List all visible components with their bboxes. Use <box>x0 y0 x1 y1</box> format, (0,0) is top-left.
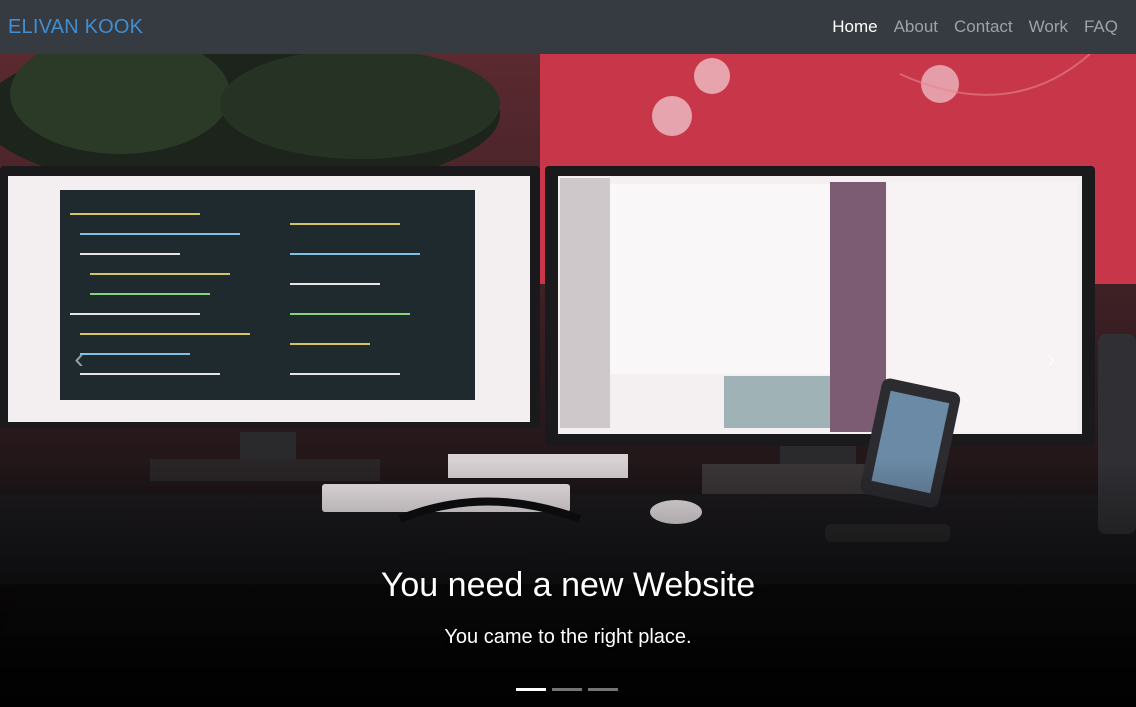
hero-heading: You need a new Website <box>380 566 756 604</box>
nav-item-contact: Contact <box>954 17 1013 37</box>
nav-item-work: Work <box>1029 17 1068 37</box>
chevron-left-icon: ‹ <box>74 343 84 374</box>
nav-link-work[interactable]: Work <box>1029 17 1068 36</box>
carousel-indicators <box>516 688 618 691</box>
carousel-indicator-3[interactable] <box>588 688 618 691</box>
carousel-prev-button[interactable]: ‹ <box>64 344 94 374</box>
carousel-indicator-2[interactable] <box>552 688 582 691</box>
nav-item-home: Home <box>832 17 877 37</box>
nav-item-faq: FAQ <box>1084 17 1118 37</box>
hero-subheading: You came to the right place. <box>444 626 692 648</box>
nav-link-about[interactable]: About <box>894 17 938 36</box>
brand-logo[interactable]: ELIVAN KOOK <box>8 16 143 39</box>
nav-link-contact[interactable]: Contact <box>954 17 1013 36</box>
hero-carousel: ‹ › You need a new Website You came to t… <box>0 54 1136 707</box>
nav-link-faq[interactable]: FAQ <box>1084 17 1118 36</box>
nav-menu: Home About Contact Work FAQ <box>832 17 1118 37</box>
nav-item-about: About <box>894 17 938 37</box>
chevron-right-icon: › <box>1046 343 1056 374</box>
nav-link-home[interactable]: Home <box>832 17 877 36</box>
hero-overlay <box>0 54 1136 707</box>
top-navbar: ELIVAN KOOK Home About Contact Work FAQ <box>0 0 1136 54</box>
carousel-next-button[interactable]: › <box>1036 344 1066 374</box>
carousel-indicator-1[interactable] <box>516 688 546 691</box>
